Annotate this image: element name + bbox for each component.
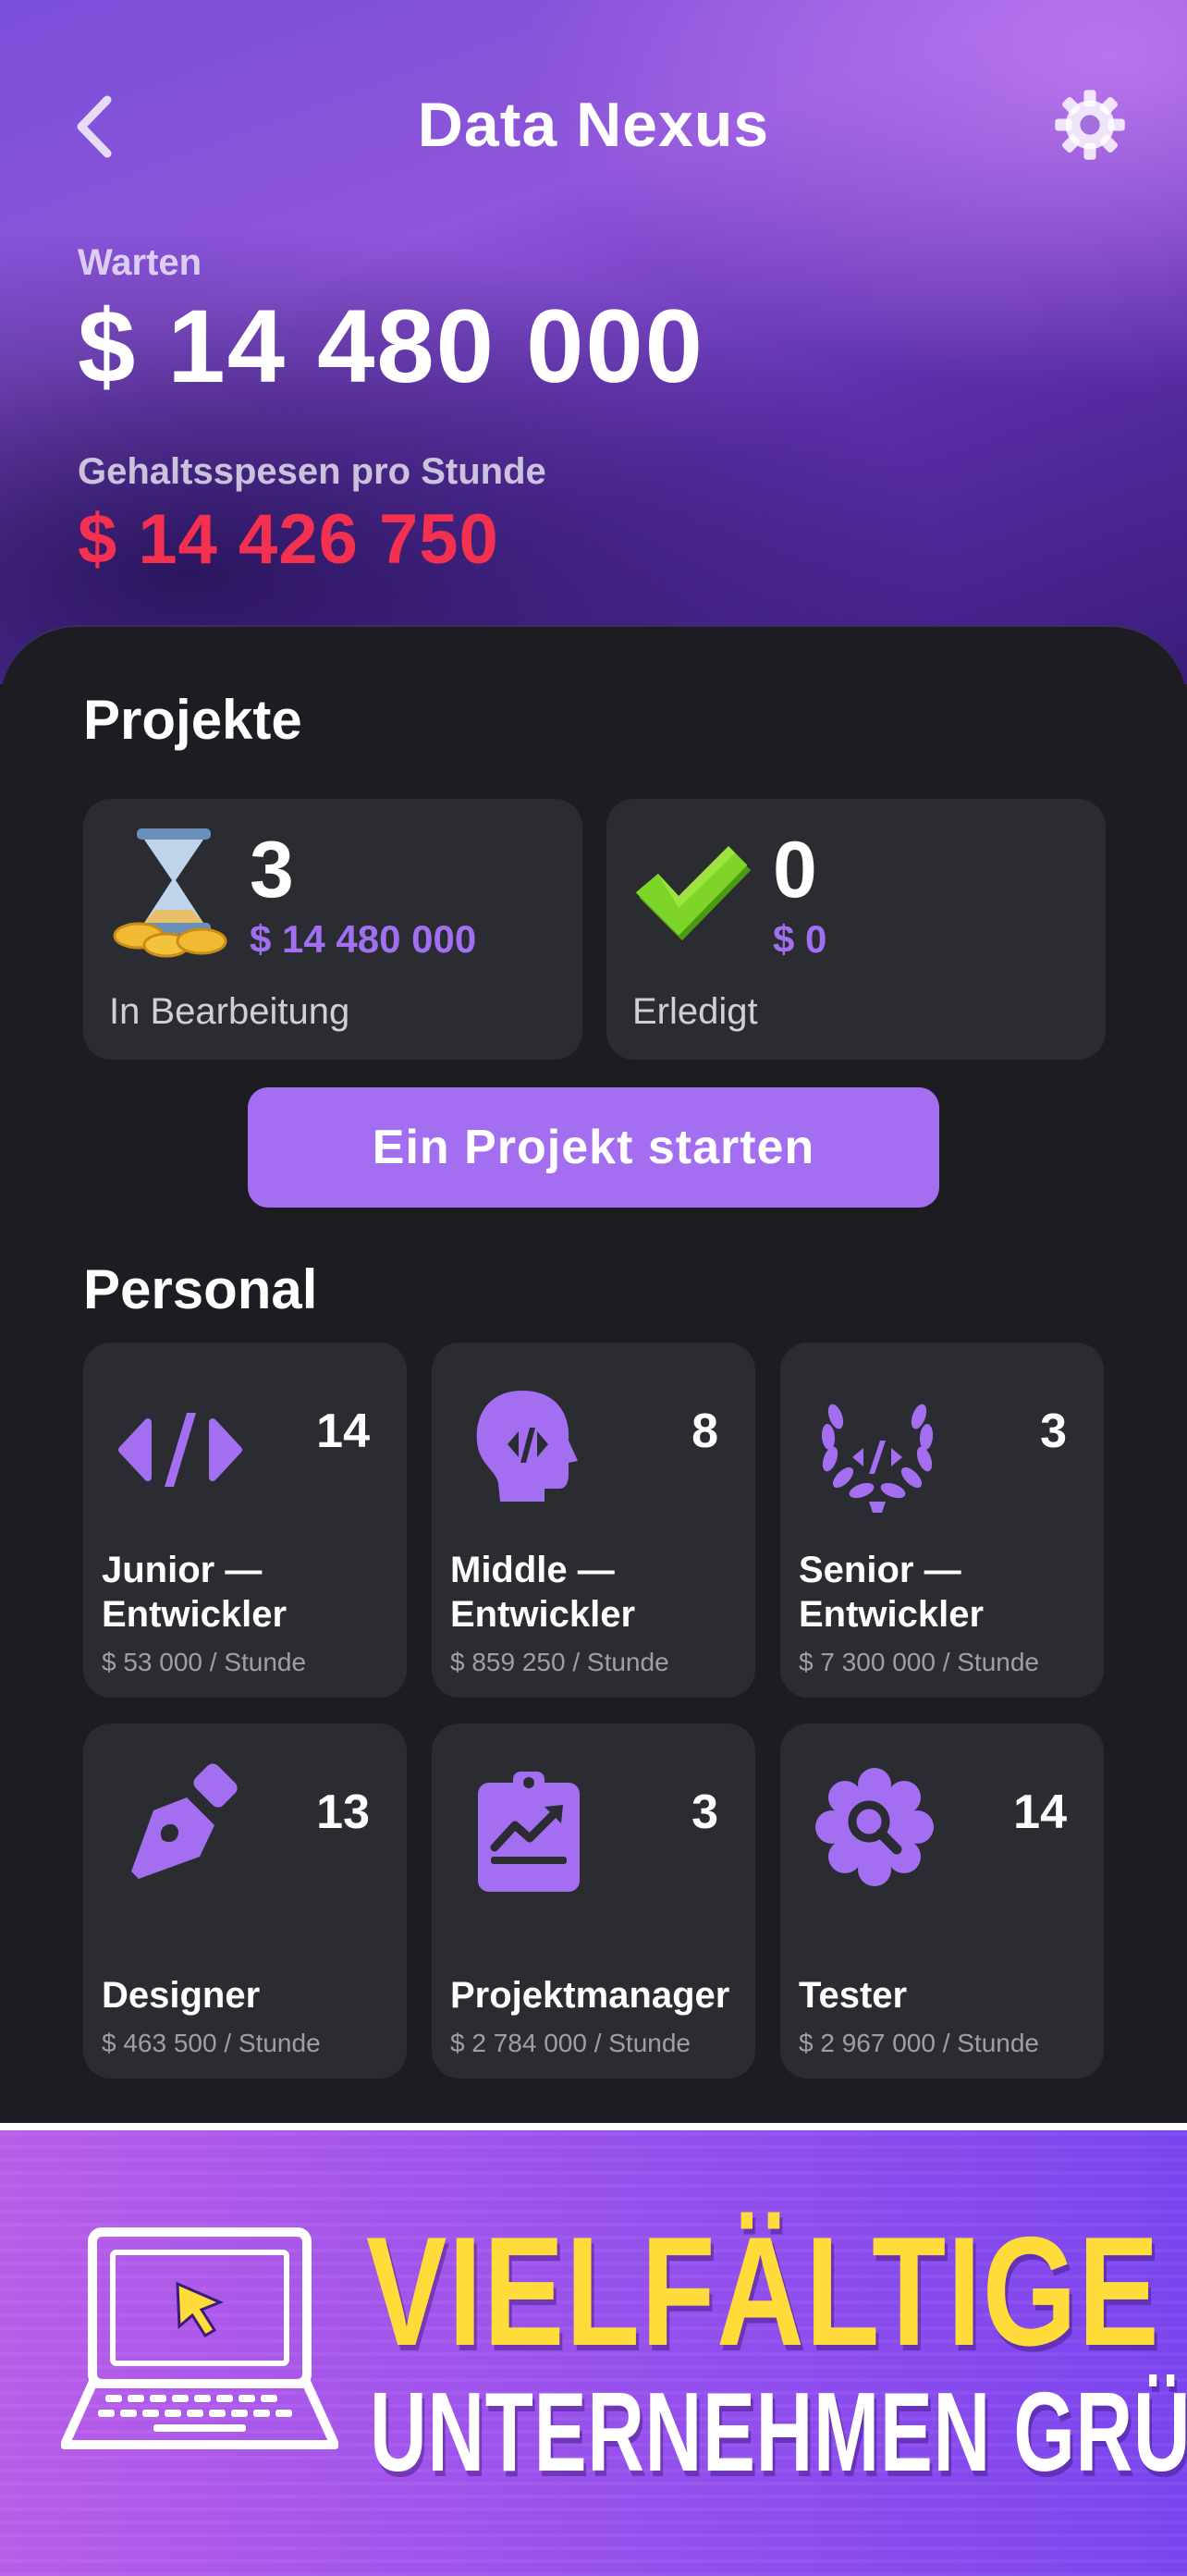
balance-value: $ 14 480 000 [78, 288, 704, 404]
project-count: 0 [773, 826, 817, 914]
staff-name: Designer [102, 1975, 261, 2016]
project-status: Erledigt [632, 991, 758, 1032]
staff-count: 14 [316, 1405, 370, 1458]
staff-rate: $ 7 300 000 / Stunde [799, 1648, 1039, 1676]
staff-count: 13 [316, 1785, 370, 1839]
staff-name: Projektmanager [450, 1975, 730, 2016]
staff-count: 14 [1013, 1785, 1067, 1839]
staff-rate: $ 2 784 000 / Stunde [450, 2029, 691, 2057]
staff-count: 3 [1040, 1405, 1067, 1458]
project-amount: $ 0 [773, 917, 827, 961]
staff-card-middle-developer[interactable]: 8 Middle — Entwickler $ 859 250 / Stunde [432, 1343, 755, 1698]
project-card-done[interactable]: 0 $ 0 Erledigt [606, 799, 1106, 1060]
salary-label: Gehaltsspesen pro Stunde [78, 451, 546, 492]
promo-banner: VIELFÄLTIGE UNTERNEHMEN GRÜNDEN [0, 2123, 1187, 2576]
personal-title: Personal [83, 1258, 318, 1320]
staff-name: Tester [799, 1975, 908, 2016]
pen-nib-icon [131, 1763, 238, 1879]
projects-title: Projekte [83, 689, 302, 751]
staff-card-tester[interactable]: 14 Tester $ 2 967 000 / Stunde [780, 1723, 1104, 2079]
gear-icon [1055, 90, 1125, 160]
staff-rate: $ 463 500 / Stunde [102, 2029, 321, 2057]
hourglass-coins-icon [113, 828, 227, 958]
app-title: Data Nexus [417, 90, 770, 160]
start-project-button[interactable]: Ein Projekt starten [248, 1087, 939, 1208]
salary-value: $ 14 426 750 [78, 500, 499, 579]
code-icon [118, 1413, 242, 1487]
staff-card-designer[interactable]: 13 Designer $ 463 500 / Stunde [83, 1723, 407, 2079]
staff-count: 8 [691, 1405, 718, 1458]
clipboard-chart-icon [478, 1772, 580, 1892]
staff-count: 3 [691, 1785, 718, 1839]
staff-card-project-manager[interactable]: 3 Projektmanager $ 2 784 000 / Stunde [432, 1723, 755, 2079]
gear-search-icon [815, 1768, 934, 1886]
checkmark-icon [635, 846, 752, 941]
head-code-icon [476, 1391, 578, 1502]
staff-rate: $ 2 967 000 / Stunde [799, 2029, 1039, 2057]
staff-card-senior-developer[interactable]: 3 Senior — Entwickler $ 7 300 000 / Stund… [780, 1343, 1104, 1698]
top-bar: Data Nexus [0, 83, 1187, 166]
project-count: 3 [250, 826, 294, 914]
project-amount: $ 14 480 000 [250, 917, 477, 961]
staff-rate: $ 53 000 / Stunde [102, 1648, 307, 1676]
balance-label: Warten [78, 242, 202, 283]
banner-headline: VIELFÄLTIGE [366, 2204, 1161, 2378]
laptop-cursor-icon [61, 2227, 338, 2449]
settings-button[interactable] [1052, 87, 1128, 163]
staff-rate: $ 859 250 / Stunde [450, 1648, 669, 1676]
project-status: In Bearbeitung [109, 991, 350, 1032]
staff-name: Junior — Entwickler [102, 1550, 288, 1635]
staff-card-junior-developer[interactable]: 14 Junior — Entwickler $ 53 000 / Stunde [83, 1343, 407, 1698]
laurel-code-icon [821, 1404, 934, 1513]
staff-name: Middle — Entwickler [450, 1550, 636, 1635]
header-hero: Data Nexus Warten $ 14 480 000 Gehaltssp [0, 0, 1187, 684]
banner-subheadline: UNTERNEHMEN GRÜNDEN [370, 2369, 1187, 2495]
project-card-in-progress[interactable]: 3 $ 14 480 000 In Bearbeitung [83, 799, 582, 1060]
staff-name: Senior — Entwickler [799, 1550, 985, 1635]
